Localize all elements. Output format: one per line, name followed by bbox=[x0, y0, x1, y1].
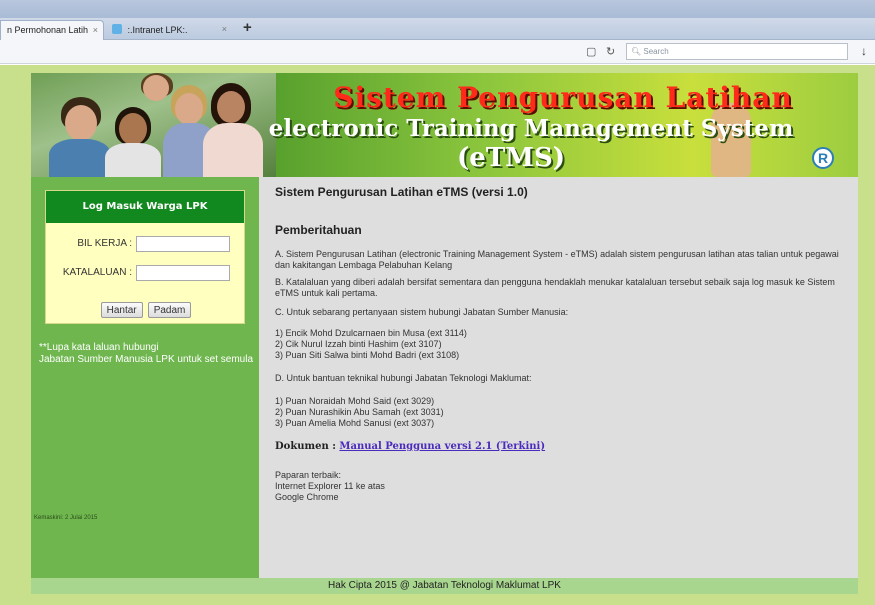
browser-support: Paparan terbaik: Internet Explorer 11 ke… bbox=[275, 470, 842, 503]
notice-heading: Pemberitahuan bbox=[275, 223, 362, 237]
notice-b: B. Katalaluan yang diberi adalah bersifa… bbox=[275, 277, 835, 298]
list-item: Internet Explorer 11 ke atas bbox=[275, 481, 385, 491]
banner-subtitle: electronic Training Management System bbox=[268, 115, 794, 142]
download-icon[interactable]: ↓ bbox=[861, 44, 867, 58]
main-content: Sistem Pengurusan Latihan eTMS (versi 1.… bbox=[259, 177, 858, 578]
password-input[interactable] bbox=[136, 265, 230, 281]
login-buttons: Hantar Padam bbox=[46, 302, 246, 318]
forgot-password-note: **Lupa kata laluan hubungi Jabatan Sumbe… bbox=[39, 342, 253, 366]
tab-permohonan-latihan[interactable]: n Permohonan Latih × bbox=[0, 20, 104, 40]
list-item: 1) Puan Noraidah Mohd Said (ext 3029) bbox=[275, 396, 435, 406]
footer: Hak Cipta 2015 @ Jabatan Teknologi Maklu… bbox=[31, 578, 858, 594]
site-container: Sistem Pengurusan Latihan electronic Tra… bbox=[31, 73, 858, 594]
banner-acronym: (eTMS) bbox=[456, 143, 566, 173]
tab-label: :.Intranet LPK:. bbox=[127, 25, 188, 35]
forgot-line-2: Jabatan Sumber Manusia LPK untuk set sem… bbox=[39, 354, 254, 365]
list-item: Google Chrome bbox=[275, 492, 339, 502]
sidebar: Log Masuk Warga LPK BIL KERJA : KATALALU… bbox=[31, 177, 259, 578]
header-banner: Sistem Pengurusan Latihan electronic Tra… bbox=[31, 73, 858, 177]
tab-intranet-lpk[interactable]: :.Intranet LPK:. × bbox=[106, 20, 232, 40]
reload-icon[interactable]: ↻ bbox=[606, 45, 615, 58]
staff-number-input[interactable] bbox=[136, 236, 230, 252]
site-favicon-icon bbox=[112, 24, 122, 34]
it-contact-list: 1) Puan Noraidah Mohd Said (ext 3029) 2)… bbox=[275, 396, 842, 429]
window-titlebar bbox=[0, 0, 875, 18]
login-box: Log Masuk Warga LPK BIL KERJA : KATALALU… bbox=[45, 190, 245, 324]
list-item: 3) Puan Amelia Mohd Sanusi (ext 3037) bbox=[275, 418, 435, 428]
search-placeholder: Search bbox=[643, 47, 669, 56]
list-item: 1) Encik Mohd Dzulcarnaen bin Musa (ext … bbox=[275, 328, 467, 338]
notice-a: A. Sistem Pengurusan Latihan (electronic… bbox=[275, 249, 839, 270]
submit-button[interactable]: Hantar bbox=[100, 302, 143, 318]
search-icon: 🔍︎ bbox=[631, 47, 642, 56]
page-background: Sistem Pengurusan Latihan electronic Tra… bbox=[0, 65, 875, 605]
page-title: Sistem Pengurusan Latihan eTMS (versi 1.… bbox=[275, 185, 528, 199]
close-tab-icon[interactable]: × bbox=[93, 25, 98, 35]
reader-view-icon[interactable]: ▢ bbox=[586, 45, 596, 58]
close-tab-icon[interactable]: × bbox=[222, 24, 227, 34]
notice-c: C. Untuk sebarang pertanyaan sistem hubu… bbox=[275, 307, 569, 317]
list-item: 2) Cik Nurul Izzah binti Hashim (ext 310… bbox=[275, 339, 442, 349]
notice-d: D. Untuk bantuan teknikal hubungi Jabata… bbox=[275, 373, 532, 383]
login-heading: Log Masuk Warga LPK bbox=[46, 191, 244, 223]
hr-contact-list: 1) Encik Mohd Dzulcarnaen bin Musa (ext … bbox=[275, 328, 842, 361]
user-manual-link[interactable]: Manual Pengguna versi 2.1 (Terkini) bbox=[339, 441, 545, 452]
tab-label: n Permohonan Latih bbox=[7, 25, 89, 35]
password-row: KATALALUAN : bbox=[46, 265, 246, 281]
list-item: 2) Puan Nurashikin Abu Samah (ext 3031) bbox=[275, 407, 444, 417]
new-tab-button[interactable]: + bbox=[243, 19, 252, 36]
staff-number-label: BIL KERJA : bbox=[77, 238, 132, 249]
browser-support-label: Paparan terbaik: bbox=[275, 470, 342, 480]
browser-search-input[interactable]: 🔍︎ Search bbox=[626, 43, 848, 60]
forgot-line-1: **Lupa kata laluan hubungi bbox=[39, 342, 159, 353]
reset-button[interactable]: Padam bbox=[147, 302, 192, 318]
last-updated: Kemaskini: 2 Julai 2015 bbox=[34, 515, 98, 521]
password-label: KATALALUAN : bbox=[62, 267, 132, 278]
tab-strip: n Permohonan Latih × :.Intranet LPK:. × bbox=[0, 18, 875, 40]
lpk-logo-icon: R bbox=[812, 147, 834, 169]
list-item: 3) Puan Siti Salwa binti Mohd Badri (ext… bbox=[275, 350, 460, 360]
document-label: Dokumen : bbox=[275, 441, 336, 452]
staff-number-row: BIL KERJA : bbox=[46, 236, 246, 252]
browser-navbar: ▢ ↻ 🔍︎ Search ↓ bbox=[0, 40, 875, 64]
banner-title: Sistem Pengurusan Latihan bbox=[333, 81, 793, 114]
document-line: Dokumen : Manual Pengguna versi 2.1 (Ter… bbox=[275, 441, 842, 452]
